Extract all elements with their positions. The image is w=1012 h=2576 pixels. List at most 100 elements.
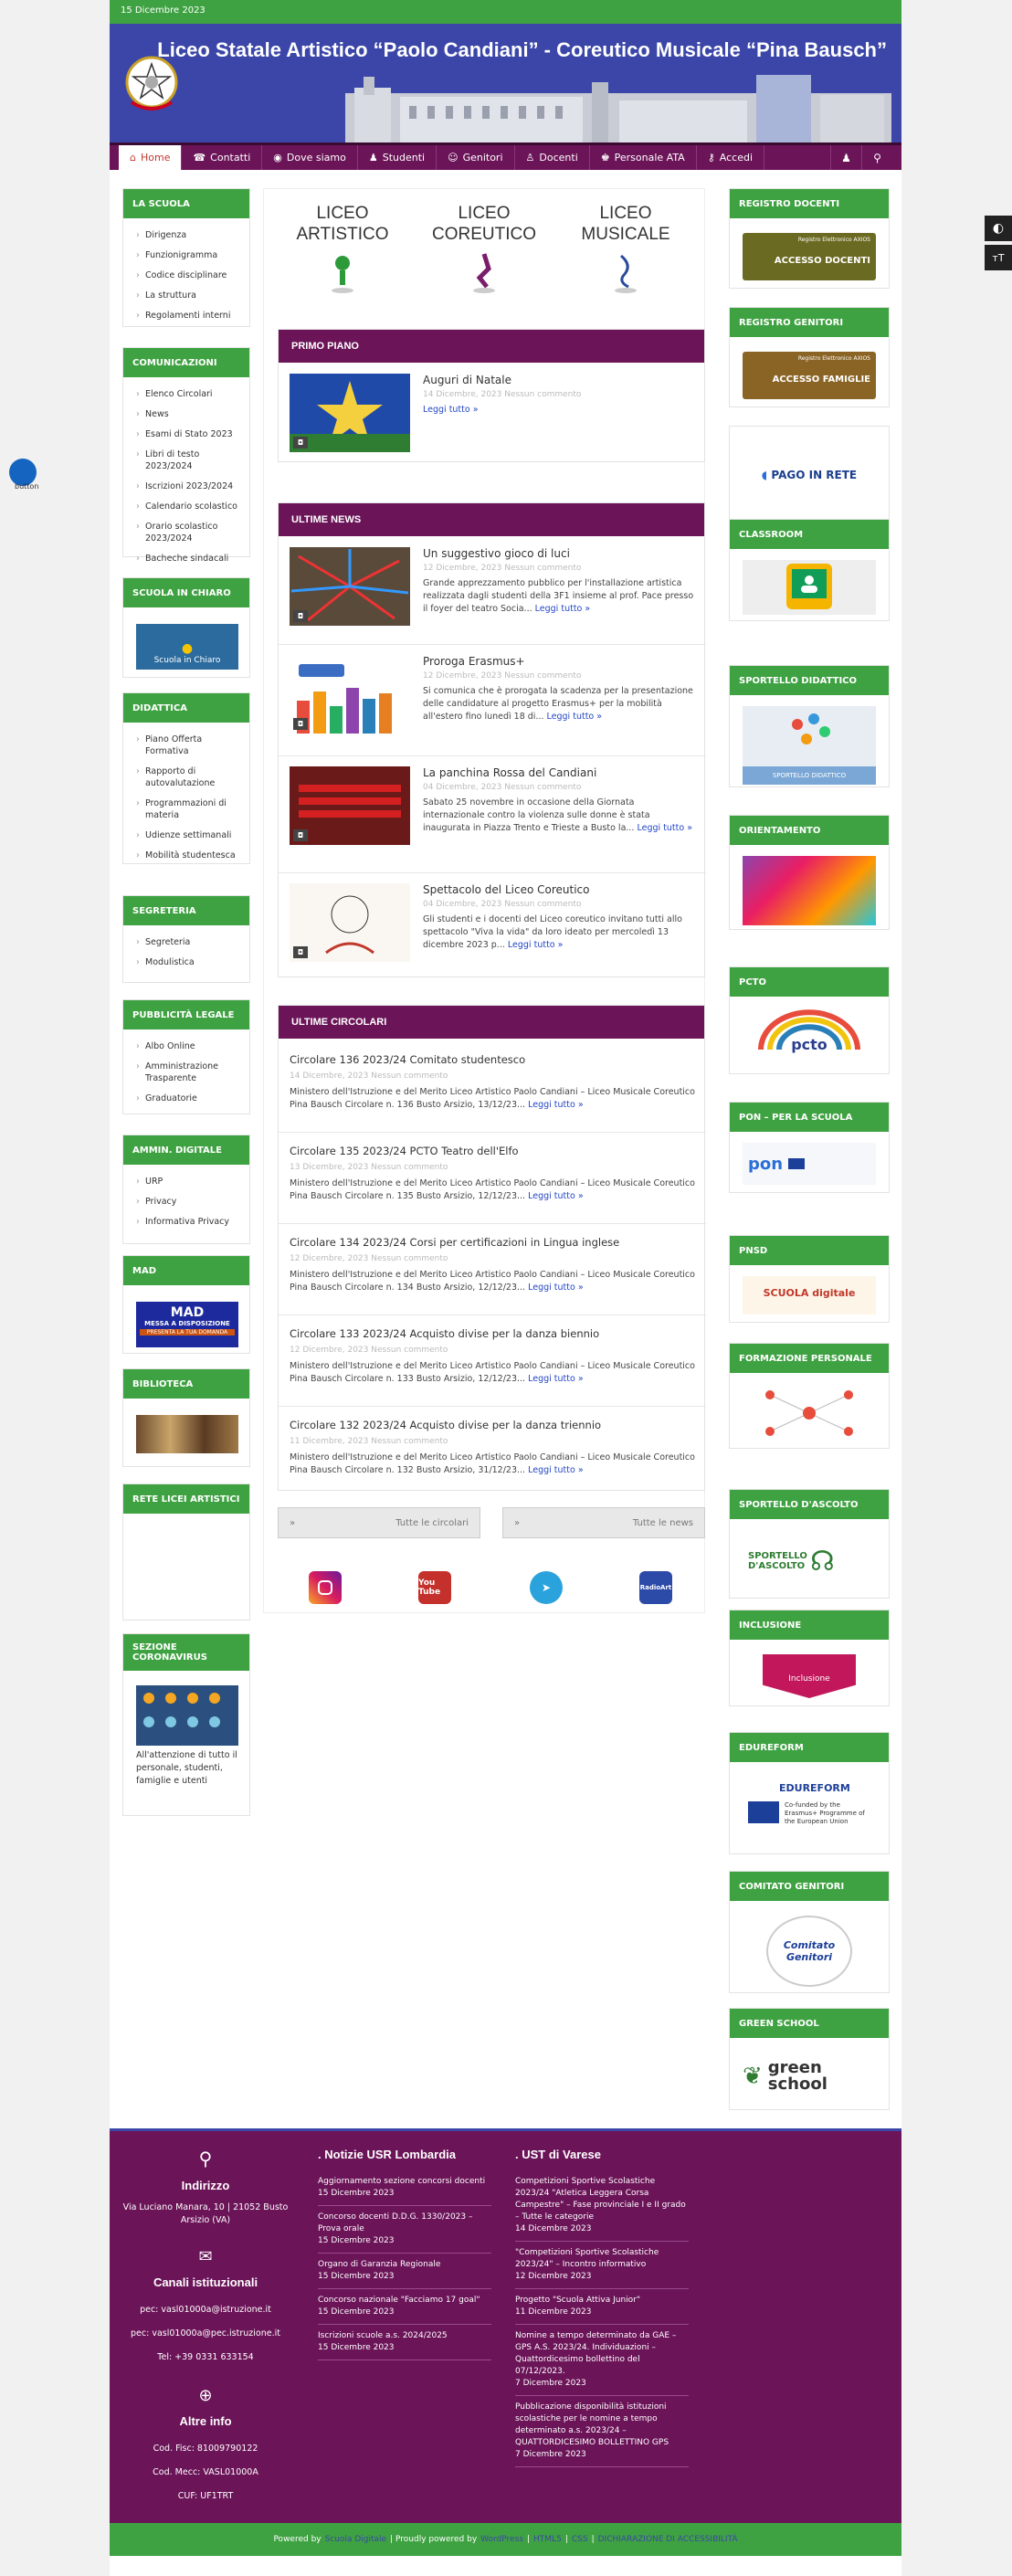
link-codice[interactable]: Codice disciplinare bbox=[136, 269, 238, 281]
circolare-title[interactable]: Circolare 132 2023/24 Acquisto divise pe… bbox=[290, 1419, 695, 1431]
circolare-item[interactable]: Circolare 135 2023/24 PCTO Teatro dell'E… bbox=[290, 1145, 695, 1203]
html5-link[interactable]: HTML5 bbox=[533, 2535, 562, 2544]
read-more-link[interactable]: Leggi tutto » bbox=[547, 712, 603, 722]
circolare-item[interactable]: Circolare 132 2023/24 Acquisto divise pe… bbox=[290, 1419, 695, 1477]
news-thumbnail[interactable]: ◘ bbox=[290, 883, 410, 962]
nav-docenti[interactable]: ♙ Docenti bbox=[515, 145, 590, 170]
sportello-didattico-banner[interactable]: SPORTELLO DIDATTICO bbox=[743, 706, 876, 785]
link-graduatorie[interactable]: Graduatorie bbox=[136, 1093, 238, 1104]
news-title[interactable]: Spettacolo del Liceo Coreutico bbox=[423, 883, 695, 896]
sportello-ascolto-banner[interactable]: SPORTELLO D'ASCOLTO ☊ bbox=[743, 1530, 876, 1592]
link-programmazioni[interactable]: Programmazioni di materia bbox=[136, 797, 238, 821]
link-mobilita[interactable]: Mobilità studentesca bbox=[136, 850, 238, 861]
pnsd-banner[interactable]: SCUOLA digitale bbox=[743, 1276, 876, 1314]
ust-item[interactable]: Nomine a tempo determinato da GAE – GPS … bbox=[515, 2325, 689, 2396]
link-libri[interactable]: Libri di testo 2023/2024 bbox=[136, 449, 238, 472]
contrast-toggle-icon[interactable]: ◐ bbox=[985, 216, 1012, 241]
liceo-musicale-link[interactable]: LICEO MUSICALE bbox=[566, 203, 685, 301]
ust-item[interactable]: Competizioni Sportive Scolastiche 2023/2… bbox=[515, 2170, 689, 2242]
news-title[interactable]: Un suggestivo gioco di luci bbox=[423, 547, 695, 560]
all-circolari-button[interactable]: » Tutte le circolari bbox=[278, 1507, 480, 1538]
circolare-item[interactable]: Circolare 133 2023/24 Acquisto divise pe… bbox=[290, 1327, 695, 1386]
news-title[interactable]: Proroga Erasmus+ bbox=[423, 655, 695, 668]
link-albo[interactable]: Albo Online bbox=[136, 1040, 238, 1052]
link-struttura[interactable]: La struttura bbox=[136, 290, 238, 301]
circolare-title[interactable]: Circolare 133 2023/24 Acquisto divise pe… bbox=[290, 1327, 695, 1340]
read-more-link[interactable]: Leggi tutto » bbox=[423, 405, 479, 415]
news-thumbnail[interactable]: ◘ bbox=[290, 655, 410, 734]
nav-contatti[interactable]: ☎ Contatti bbox=[182, 145, 263, 170]
accessibility-link[interactable]: DICHIARAZIONE DI ACCESSIBILITÀ bbox=[598, 2535, 738, 2544]
news-item[interactable]: ◘ Spettacolo del Liceo Coreutico 04 Dice… bbox=[290, 883, 695, 975]
link-urp[interactable]: URP bbox=[136, 1176, 238, 1188]
link-circolari[interactable]: Elenco Circolari bbox=[136, 388, 238, 400]
pcto-banner[interactable]: pcto bbox=[743, 1008, 876, 1070]
link-informativa[interactable]: Informativa Privacy bbox=[136, 1216, 238, 1228]
liceo-coreutico-link[interactable]: LICEO COREUTICO bbox=[425, 203, 543, 301]
liceo-artistico-link[interactable]: LICEO ARTISTICO bbox=[283, 203, 402, 301]
inclusione-banner[interactable]: Inclusione bbox=[763, 1654, 856, 1698]
news-item[interactable]: ◘ Proroga Erasmus+ 12 Dicembre, 2023 Nes… bbox=[290, 655, 695, 746]
news-title[interactable]: Auguri di Natale bbox=[423, 374, 695, 386]
usr-item[interactable]: Concorso nazionale "Facciamo 17 goal" 15 … bbox=[318, 2289, 491, 2325]
circolare-title[interactable]: Circolare 136 2023/24 Comitato studentes… bbox=[290, 1053, 695, 1066]
read-more-link[interactable]: Leggi tutto » bbox=[638, 823, 693, 833]
all-news-button[interactable]: » Tutte le news bbox=[502, 1507, 705, 1538]
green-school-banner[interactable]: ❦ green school bbox=[743, 2049, 876, 2104]
usr-item[interactable]: Concorso docenti D.D.G. 1330/2023 – Prov… bbox=[318, 2206, 491, 2254]
news-item[interactable]: ◘ La panchina Rossa del Candiani 04 Dice… bbox=[290, 766, 695, 867]
circolare-title[interactable]: Circolare 134 2023/24 Corsi per certific… bbox=[290, 1236, 695, 1249]
ust-item[interactable]: Progetto "Scuola Attiva Junior" 11 Dicemb… bbox=[515, 2289, 689, 2325]
coronavirus-infographic[interactable] bbox=[136, 1685, 238, 1746]
pec2-email[interactable]: pec: vasl01000a@pec.istruzione.it bbox=[110, 2322, 301, 2346]
circolare-item[interactable]: Circolare 134 2023/24 Corsi per certific… bbox=[290, 1236, 695, 1294]
link-news[interactable]: News bbox=[136, 408, 238, 420]
text-size-icon[interactable]: ᴛT bbox=[985, 245, 1012, 270]
read-more-link[interactable]: Leggi tutto » bbox=[528, 1465, 584, 1475]
link-funzionigramma[interactable]: Funzionigramma bbox=[136, 249, 238, 261]
nav-genitori[interactable]: ☺ Genitori bbox=[437, 145, 515, 170]
link-bacheche[interactable]: Bacheche sindacali bbox=[136, 553, 238, 565]
radioart-icon[interactable]: RadioArt bbox=[639, 1571, 672, 1604]
comitato-genitori-logo[interactable]: Comitato Genitori bbox=[766, 1916, 852, 1987]
link-trasparente[interactable]: Amministrazione Trasparente bbox=[136, 1061, 238, 1084]
ust-item[interactable]: Pubblicazione disponibilità istituzioni … bbox=[515, 2396, 689, 2467]
nav-personale-ata[interactable]: ♚ Personale ATA bbox=[590, 145, 697, 170]
telephone[interactable]: Tel: +39 0331 633154 bbox=[110, 2346, 301, 2370]
library-image[interactable] bbox=[136, 1415, 238, 1453]
link-esami[interactable]: Esami di Stato 2023 bbox=[136, 428, 238, 440]
nav-accedi[interactable]: ⚷ Accedi bbox=[697, 145, 765, 170]
link-rav[interactable]: Rapporto di autovalutazione bbox=[136, 765, 238, 789]
link-dirigenza[interactable]: Dirigenza bbox=[136, 229, 238, 241]
accesso-famiglie-banner[interactable]: Registro Elettronico AXIOS ACCESSO FAMIG… bbox=[743, 352, 876, 399]
read-more-link[interactable]: Leggi tutto » bbox=[528, 1100, 584, 1110]
accesso-docenti-banner[interactable]: Registro Elettronico AXIOS ACCESSO DOCEN… bbox=[743, 233, 876, 280]
link-iscrizioni[interactable]: Iscrizioni 2023/2024 bbox=[136, 480, 238, 492]
scuola-in-chiaro-banner[interactable]: ● Scuola in Chiaro bbox=[136, 624, 238, 670]
link-pof[interactable]: Piano Offerta Formativa bbox=[136, 734, 238, 757]
formazione-image[interactable] bbox=[743, 1384, 876, 1442]
youtube-icon[interactable]: You Tube bbox=[418, 1571, 451, 1604]
nav-studenti[interactable]: ♟ Studenti bbox=[358, 145, 437, 170]
nav-home[interactable]: ⌂ Home bbox=[119, 145, 183, 170]
read-more-link[interactable]: Leggi tutto » bbox=[528, 1191, 584, 1201]
link-regolamenti[interactable]: Regolamenti interni bbox=[136, 310, 238, 322]
css-link[interactable]: CSS bbox=[572, 2535, 588, 2544]
read-more-link[interactable]: Leggi tutto » bbox=[528, 1283, 584, 1293]
read-more-link[interactable]: Leggi tutto » bbox=[528, 1374, 584, 1384]
link-calendario[interactable]: Calendario scolastico bbox=[136, 501, 238, 512]
widget-pago-in-rete[interactable]: ◖ PAGO IN RETE bbox=[729, 426, 890, 526]
nav-dove-siamo[interactable]: ◉ Dove siamo bbox=[262, 145, 358, 170]
news-thumbnail[interactable]: ◘ bbox=[290, 547, 410, 626]
search-icon[interactable]: ⚲ bbox=[861, 145, 892, 170]
news-title[interactable]: La panchina Rossa del Candiani bbox=[423, 766, 695, 779]
link-udienze[interactable]: Udienze settimanali bbox=[136, 829, 238, 841]
usr-item[interactable]: Iscrizioni scuole a.s. 2024/2025 15 Dicem… bbox=[318, 2325, 491, 2360]
link-modulistica[interactable]: Modulistica bbox=[136, 956, 238, 968]
orientamento-image[interactable] bbox=[743, 856, 876, 925]
news-thumbnail[interactable]: ◘ bbox=[290, 374, 410, 452]
circolare-item[interactable]: Circolare 136 2023/24 Comitato studentes… bbox=[290, 1053, 695, 1112]
link-segreteria[interactable]: Segreteria bbox=[136, 936, 238, 948]
site-header[interactable]: Liceo Statale Artistico “Paolo Candiani”… bbox=[110, 24, 901, 143]
link-orario[interactable]: Orario scolastico 2023/2024 bbox=[136, 521, 238, 544]
